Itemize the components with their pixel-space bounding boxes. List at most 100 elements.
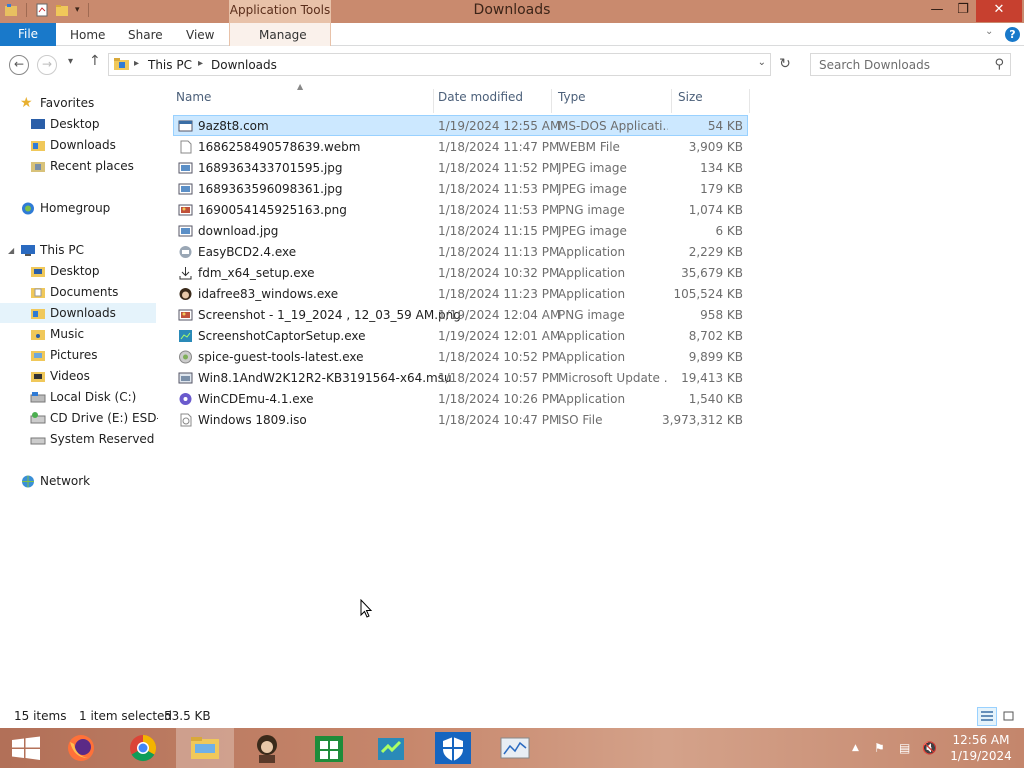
recent-locations-icon[interactable]: ▾ — [68, 56, 73, 67]
file-size: 3,909 KB — [688, 140, 743, 154]
videos-folder-icon — [31, 371, 45, 382]
expand-ribbon-icon[interactable]: ⌄ — [985, 26, 993, 37]
action-center-flag-icon[interactable]: ⚑ — [874, 741, 885, 755]
file-row[interactable]: EasyBCD2.4.exe 1/18/2024 11:13 PM Applicat… — [173, 241, 748, 262]
file-row[interactable]: 1689363596098361.jpg 1/18/2024 11:53 PM JP… — [173, 178, 748, 199]
nav-pc-pictures[interactable]: Pictures — [30, 345, 98, 365]
nav-fav-recent[interactable]: Recent places — [30, 156, 134, 176]
file-row[interactable]: spice-guest-tools-latest.exe 1/18/2024 10… — [173, 346, 748, 367]
file-row[interactable]: Screenshot - 1_19_2024 , 12_03_59 AM.png… — [173, 304, 748, 325]
nav-pc-documents[interactable]: Documents — [30, 282, 118, 302]
back-button[interactable]: ← — [9, 55, 29, 75]
file-row[interactable]: 9az8t8.com 1/19/2024 12:55 AM MS-DOS Appli… — [173, 115, 748, 136]
address-row: ← → ▾ ↑ ▸ This PC ▸ Downloads ⌄ ↻ ⚲ — [0, 47, 1024, 82]
file-date-modified: 1/18/2024 10:32 PM — [438, 266, 560, 280]
file-list: Name ▲ Date modified Type Size 9az8t8.co… — [158, 82, 1024, 705]
shield-icon — [435, 732, 471, 764]
taskbar-ida[interactable] — [238, 728, 296, 768]
file-row[interactable]: ScreenshotCaptorSetup.exe 1/19/2024 12:01… — [173, 325, 748, 346]
taskbar-file-explorer[interactable] — [176, 728, 234, 768]
jpeg-image-icon — [178, 162, 193, 174]
nav-favorites[interactable]: ★ Favorites — [20, 93, 94, 113]
tab-manage[interactable]: Manage — [259, 23, 307, 46]
file-row[interactable]: download.jpg 1/18/2024 11:15 PM JPEG image… — [173, 220, 748, 241]
taskbar-chrome[interactable] — [114, 728, 172, 768]
address-dropdown-icon[interactable]: ⌄ — [758, 57, 766, 68]
network-tray-icon[interactable]: ▤ — [899, 741, 910, 755]
store-icon — [315, 736, 343, 762]
taskbar-store[interactable] — [300, 728, 358, 768]
jpeg-image-icon — [178, 183, 193, 195]
details-view-button[interactable] — [977, 707, 997, 726]
breadcrumb-downloads[interactable]: Downloads — [211, 58, 277, 72]
file-row[interactable]: idafree83_windows.exe 1/18/2024 11:23 PM A… — [173, 283, 748, 304]
file-name: 1690054145925163.png — [198, 203, 347, 217]
nav-pc-videos[interactable]: Videos — [30, 366, 90, 386]
taskbar-screenshot-tool[interactable] — [362, 728, 420, 768]
nav-fav-desktop[interactable]: Desktop — [30, 114, 100, 134]
nav-pc-system-reserved[interactable]: System Reserved (F:) — [30, 429, 158, 449]
file-row[interactable]: 1690054145925163.png 1/18/2024 11:53 PM PN… — [173, 199, 748, 220]
column-date-modified[interactable]: Date modified — [438, 89, 552, 113]
breadcrumb-separator-icon[interactable]: ▸ — [134, 58, 139, 69]
search-icon[interactable]: ⚲ — [994, 57, 1004, 72]
help-icon[interactable]: ? — [1005, 27, 1020, 42]
show-hidden-icons[interactable]: ▲ — [852, 743, 859, 753]
file-type: Application — [558, 266, 626, 280]
tab-home[interactable]: Home — [70, 23, 105, 46]
nav-label: This PC — [40, 243, 84, 257]
file-row[interactable]: 1686258490578639.webm 1/18/2024 11:47 PM W… — [173, 136, 748, 157]
nav-pc-desktop[interactable]: Desktop — [30, 261, 100, 281]
nav-pc-local-disk[interactable]: Local Disk (C:) — [30, 387, 136, 407]
taskbar-clock[interactable]: 12:56 AM 1/19/2024 — [948, 732, 1014, 764]
breadcrumb-separator-icon[interactable]: ▸ — [198, 58, 203, 69]
file-row[interactable]: Windows 1809.iso 1/18/2024 10:47 PM ISO Fi… — [173, 409, 748, 430]
file-row[interactable]: WinCDEmu-4.1.exe 1/18/2024 10:26 PM Applic… — [173, 388, 748, 409]
nav-label: Music — [50, 327, 85, 341]
nav-this-pc[interactable]: This PC — [20, 240, 84, 260]
breadcrumb-this-pc[interactable]: This PC — [148, 58, 192, 72]
qat-dropdown-icon[interactable]: ▾ — [75, 5, 80, 15]
nav-homegroup[interactable]: Homegroup — [20, 198, 110, 218]
tab-view[interactable]: View — [186, 23, 214, 46]
properties-icon[interactable] — [35, 3, 49, 17]
search-input[interactable] — [819, 55, 989, 75]
search-box[interactable]: ⚲ — [810, 53, 1011, 76]
tab-file[interactable]: File — [0, 23, 56, 46]
address-bar[interactable]: ▸ This PC ▸ Downloads ⌄ — [108, 53, 771, 76]
close-button[interactable]: ✕ — [976, 0, 1022, 22]
taskbar-firefox[interactable] — [52, 728, 110, 768]
file-date-modified: 1/19/2024 12:04 AM — [438, 308, 561, 322]
nav-pc-cd-drive[interactable]: CD Drive (E:) ESD-ISO — [30, 408, 158, 428]
taskbar-resource-monitor[interactable] — [486, 728, 544, 768]
file-row[interactable]: 1689363433701595.jpg 1/18/2024 11:52 PM JP… — [173, 157, 748, 178]
new-folder-icon[interactable] — [55, 3, 69, 17]
nav-pc-downloads[interactable]: Downloads — [0, 303, 156, 323]
large-icons-view-button[interactable] — [1000, 707, 1020, 726]
file-row[interactable]: Win8.1AndW2K12R2-KB3191564-x64.msu 1/18/2… — [173, 367, 748, 388]
file-row[interactable]: fdm_x64_setup.exe 1/18/2024 10:32 PM Appli… — [173, 262, 748, 283]
volume-muted-icon[interactable]: 🔇 — [922, 741, 937, 755]
up-arrow-icon[interactable]: ↑ — [89, 53, 101, 69]
forward-button[interactable]: → — [37, 55, 57, 75]
file-date-modified: 1/18/2024 11:47 PM — [438, 140, 560, 154]
app-folder-icon[interactable] — [4, 3, 18, 17]
nav-network[interactable]: Network — [20, 471, 90, 491]
column-type[interactable]: Type — [558, 89, 672, 113]
tab-share[interactable]: Share — [128, 23, 163, 46]
column-size[interactable]: Size — [678, 89, 750, 113]
collapse-this-pc-icon[interactable]: ◢ — [8, 246, 14, 255]
file-date-modified: 1/19/2024 12:55 AM — [438, 119, 561, 133]
documents-folder-icon — [31, 287, 45, 298]
maximize-button[interactable]: ❐ — [950, 0, 976, 22]
file-type: MS-DOS Applicati... — [558, 119, 668, 133]
status-bar: 15 items 1 item selected 53.5 KB — [0, 705, 1024, 728]
refresh-button[interactable]: ↻ — [775, 55, 795, 75]
minimize-button[interactable]: — — [924, 0, 950, 22]
start-button[interactable] — [0, 728, 52, 768]
nav-pc-music[interactable]: Music — [30, 324, 84, 344]
contextual-tab-header: Application Tools — [229, 0, 331, 23]
nav-fav-downloads[interactable]: Downloads — [30, 135, 116, 155]
column-name[interactable]: Name — [176, 89, 434, 113]
taskbar-defender[interactable] — [424, 728, 482, 768]
